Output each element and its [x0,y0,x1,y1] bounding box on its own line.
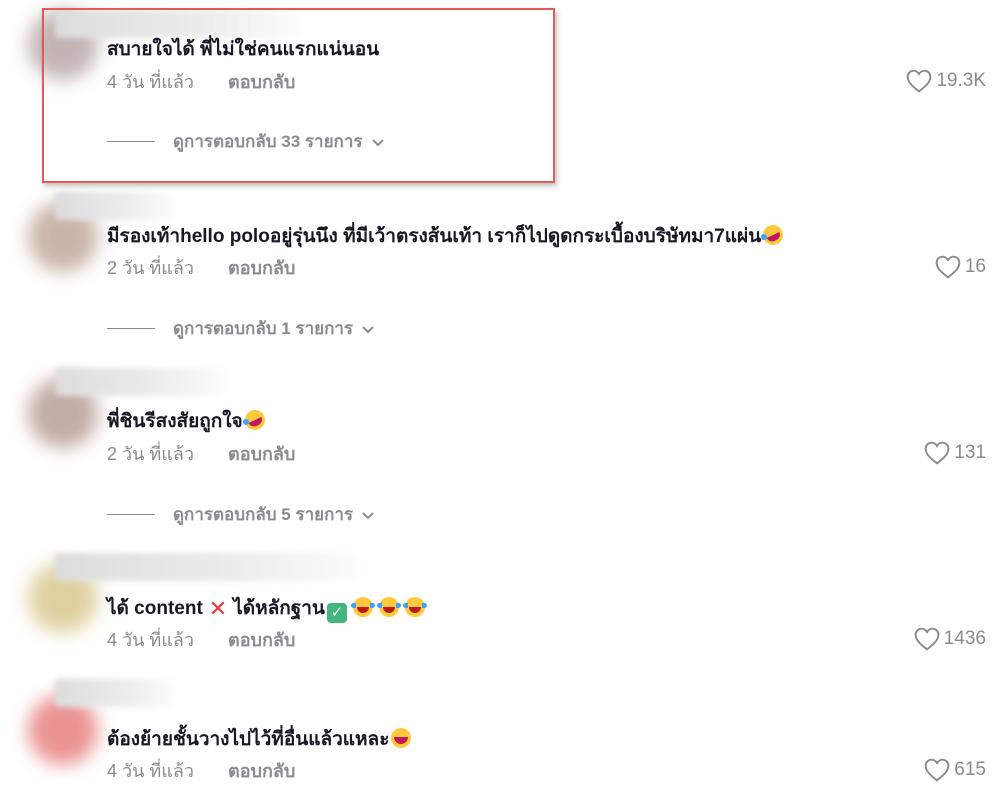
username-blurred[interactable] [55,192,175,220]
comment-meta: 4 วัน ที่แล้ว ตอบกลับ [107,759,295,783]
heart-outline-icon [924,441,950,465]
divider-line [107,328,155,329]
rolling-on-floor-laughing-emoji [241,406,268,434]
like-button[interactable]: 19.3K [906,69,986,93]
like-count: 615 [954,759,986,780]
comment-time: 4 วัน ที่แล้ว [107,761,195,781]
comment-item: ต้องย้ายชั้นวางไปไว้ที่อื่นแล้วแหละ 4 วั… [0,675,1006,805]
divider-line [107,514,155,515]
comment-text-part2: ได้หลักฐาน [233,598,325,619]
username-blurred[interactable] [55,679,175,707]
comment-text-content: มีรองเท้าhello poloอยู่รุ่นนึง ที่มีเว้า… [107,226,762,247]
cross-mark-emoji: ✕ [208,596,228,621]
comment-item: มีรองเท้าhello poloอยู่รุ่นนึง ที่มีเว้า… [0,190,1006,360]
like-count: 19.3K [936,70,986,91]
like-count: 1436 [943,628,986,649]
comment-meta: 2 วัน ที่แล้ว ตอบกลับ [107,256,295,280]
tears-of-joy-emoji [402,597,427,617]
comment-text-content: ต้องย้ายชั้นวางไปไว้ที่อื่นแล้วแหละ [107,729,390,750]
comment-text-content: พี่ชินรีสงสัยถูกใจ [107,411,243,432]
comment-time: 4 วัน ที่แล้ว [107,630,195,650]
view-replies-label: ดูการตอบกลับ 5 รายการ [173,505,354,524]
comment-text: ต้องย้ายชั้นวางไปไว้ที่อื่นแล้วแหละ [107,728,412,752]
view-replies-label: ดูการตอบกลับ 1 รายการ [173,319,354,338]
like-button[interactable]: 615 [924,758,986,782]
comment-meta: 4 วัน ที่แล้ว ตอบกลับ [107,628,295,652]
grinning-squinting-emoji [391,728,412,748]
tears-of-joy-emoji [376,597,401,617]
comment-item: ได้ content ✕ ได้หลักฐาน ✓ 4 วัน ที่แล้ว ตอบ… [0,545,1006,675]
like-button[interactable]: 131 [924,441,986,465]
comment-text: พี่ชินรีสงสัยถูกใจ [107,406,268,434]
username-blurred[interactable] [55,368,225,396]
chevron-down-icon [362,325,374,333]
reply-button[interactable]: ตอบกลับ [228,761,295,781]
heart-outline-icon [924,758,950,782]
heart-outline-icon [906,69,932,93]
reply-button[interactable]: ตอบกลับ [228,630,295,650]
reply-button[interactable]: ตอบกลับ [228,444,295,464]
chevron-down-icon [362,511,374,519]
like-count: 131 [954,442,986,463]
view-replies-button[interactable]: ดูการตอบกลับ 1 รายการ [107,315,375,342]
highlight-box [42,8,555,183]
comment-text-part1: ได้ content [107,598,203,619]
view-replies-button[interactable]: ดูการตอบกลับ 5 รายการ [107,501,375,528]
comment-item: พี่ชินรีสงสัยถูกใจ 2 วัน ที่แล้ว ตอบกลับ … [0,360,1006,540]
tears-of-joy-emoji [350,597,375,617]
comment-meta: 2 วัน ที่แล้ว ตอบกลับ [107,442,295,466]
like-count: 16 [964,256,986,277]
like-button[interactable]: 16 [935,255,986,279]
username-blurred[interactable] [55,553,360,581]
reply-button[interactable]: ตอบกลับ [228,258,295,278]
heart-outline-icon [914,627,940,651]
like-button[interactable]: 1436 [914,627,986,651]
check-mark-button-emoji: ✓ [326,603,347,623]
rolling-on-floor-laughing-emoji [759,221,787,249]
heart-outline-icon [935,255,961,279]
comment-text: มีรองเท้าhello poloอยู่รุ่นนึง ที่มีเว้า… [107,221,787,249]
comment-time: 2 วัน ที่แล้ว [107,444,195,464]
comment-time: 2 วัน ที่แล้ว [107,258,195,278]
comment-text: ได้ content ✕ ได้หลักฐาน ✓ [107,596,427,623]
